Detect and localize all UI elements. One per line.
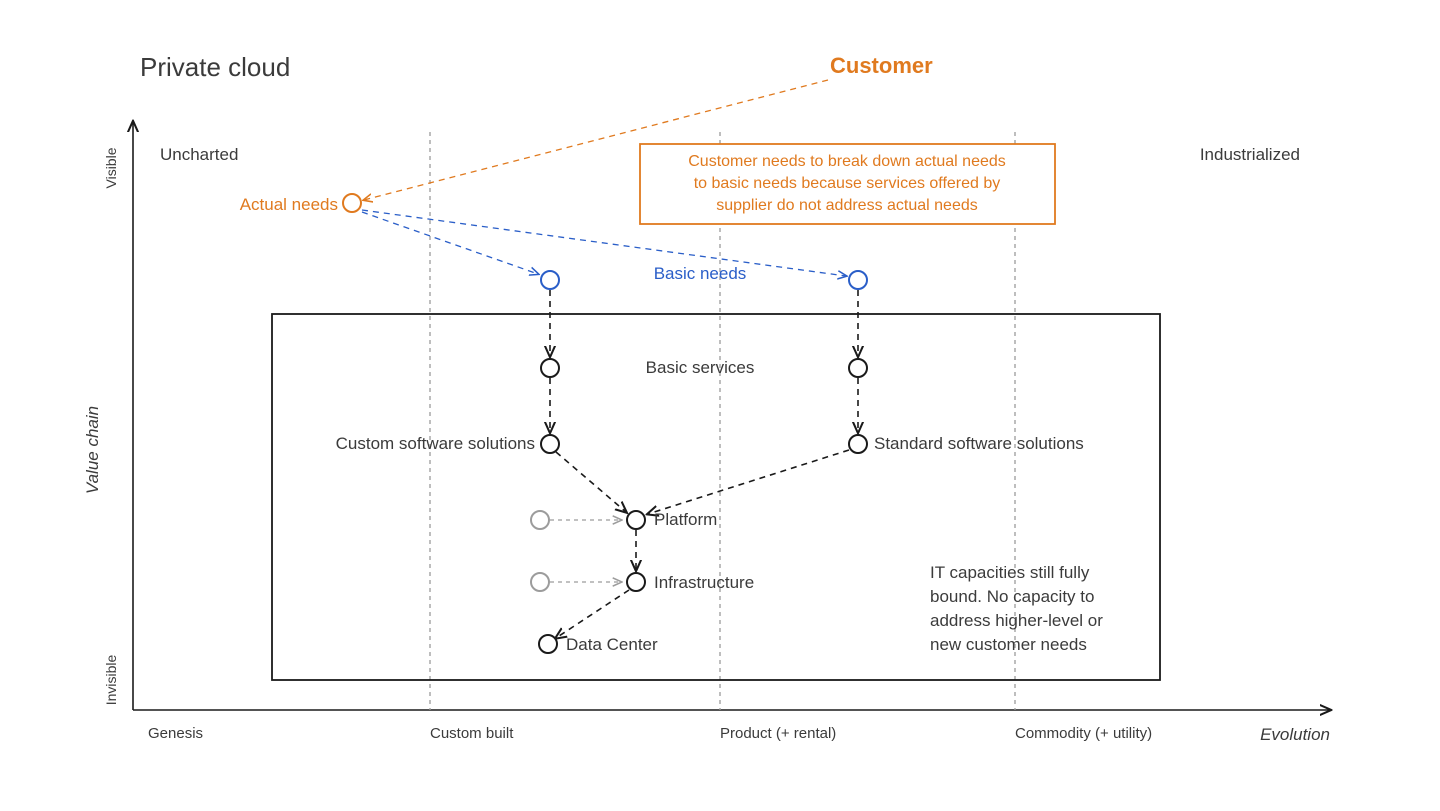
node-platform-ghost — [531, 511, 549, 529]
node-basic-services-2 — [849, 359, 867, 377]
y-tick-invisible: Invisible — [103, 655, 119, 706]
node-platform — [627, 511, 645, 529]
link-infra-dc — [556, 590, 629, 638]
svg-text:Customer needs to break down a: Customer needs to break down actual need… — [688, 153, 1006, 170]
label-basic-needs: Basic needs — [654, 264, 747, 283]
chart-title: Private cloud — [140, 52, 290, 82]
node-actual-needs: Actual needs — [240, 194, 361, 214]
node-basic-needs-2 — [849, 271, 867, 289]
svg-text:bound. No capacity to: bound. No capacity to — [930, 587, 1094, 606]
label-platform: Platform — [654, 510, 717, 529]
region-industrialized: Industrialized — [1200, 145, 1300, 164]
link-ssw-platform — [648, 450, 849, 514]
annotation-box: Customer needs to break down actual need… — [640, 144, 1055, 224]
svg-text:supplier do not address actual: supplier do not address actual needs — [716, 197, 978, 214]
node-custom-sw — [541, 435, 559, 453]
region-uncharted: Uncharted — [160, 145, 238, 164]
y-tick-visible: Visible — [103, 147, 119, 188]
label-basic-services: Basic services — [646, 358, 755, 377]
node-data-center — [539, 635, 557, 653]
label-infrastructure: Infrastructure — [654, 573, 754, 592]
label-standard-sw: Standard software solutions — [874, 434, 1084, 453]
svg-text:address higher-level or: address higher-level or — [930, 611, 1103, 630]
x-tick-commodity: Commodity (+ utility) — [1015, 725, 1152, 742]
x-tick-custom: Custom built — [430, 725, 514, 742]
customer-anchor: Customer — [830, 53, 933, 78]
node-basic-services-1 — [541, 359, 559, 377]
x-tick-genesis: Genesis — [148, 725, 203, 742]
node-infra-ghost — [531, 573, 549, 591]
svg-text:IT capacities still fully: IT capacities still fully — [930, 563, 1090, 582]
svg-text:Actual needs: Actual needs — [240, 195, 338, 214]
node-standard-sw — [849, 435, 867, 453]
x-axis-label: Evolution — [1260, 725, 1330, 744]
label-data-center: Data Center — [566, 635, 658, 654]
y-axis-label: Value chain — [83, 406, 102, 494]
svg-text:new customer needs: new customer needs — [930, 635, 1087, 654]
it-capacity-note: IT capacities still fully bound. No capa… — [930, 563, 1103, 654]
x-tick-product: Product (+ rental) — [720, 725, 836, 742]
label-custom-sw: Custom software solutions — [336, 434, 535, 453]
node-basic-needs-1 — [541, 271, 559, 289]
link-csw-platform — [556, 452, 626, 512]
svg-text:to basic needs because service: to basic needs because services offered … — [694, 175, 1001, 192]
wardley-map: Private cloud Value chain Evolution Visi… — [0, 0, 1440, 811]
node-infrastructure — [627, 573, 645, 591]
link-actual-basic1 — [362, 212, 538, 274]
